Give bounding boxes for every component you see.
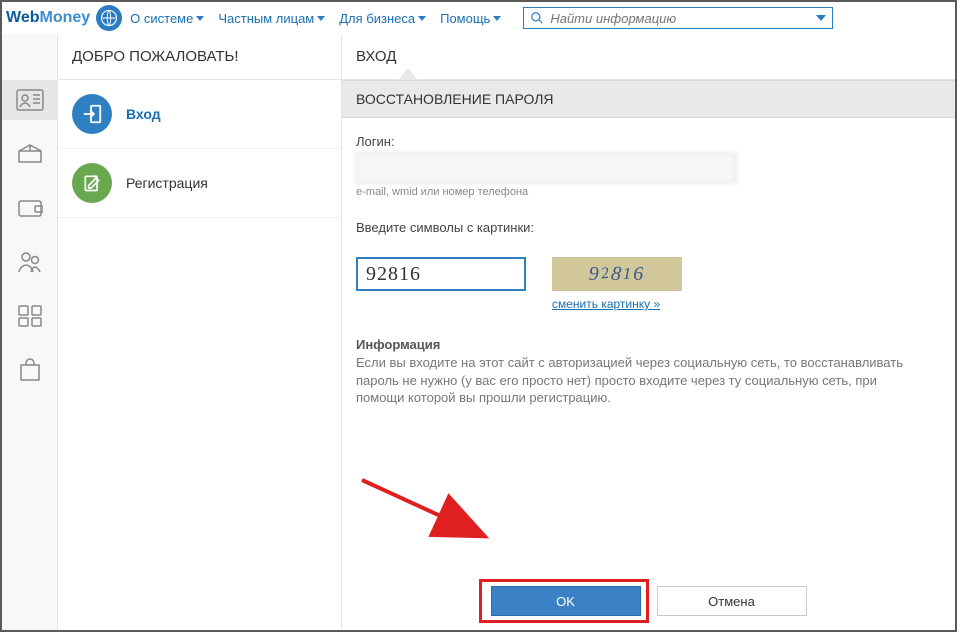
- logo-text: WebMoney: [6, 9, 90, 27]
- info-title: Информация: [356, 337, 926, 352]
- button-bar: OK Отмена: [342, 586, 955, 616]
- nav-links: О системе Частным лицам Для бизнеса Помо…: [130, 11, 501, 26]
- search-box[interactable]: [523, 7, 833, 29]
- search-icon: [530, 11, 544, 25]
- sidebar-item-login[interactable]: Вход: [58, 80, 341, 149]
- sidebar-icon-wallet[interactable]: [2, 188, 58, 228]
- icon-sidebar: [2, 34, 58, 630]
- annotation-arrow: [352, 470, 832, 590]
- chevron-down-icon: [196, 16, 204, 21]
- tab-pointer: [398, 68, 418, 80]
- login-label: Логин:: [356, 134, 941, 149]
- login-icon: [72, 94, 112, 134]
- sidebar-icon-apps[interactable]: [2, 296, 58, 336]
- captcha-image: 92816: [552, 257, 682, 291]
- login-hint: e-mail, wmid или номер телефона: [356, 186, 941, 198]
- chevron-down-icon: [317, 16, 325, 21]
- login-input[interactable]: [356, 153, 736, 183]
- search-input[interactable]: [544, 11, 816, 26]
- captcha-label: Введите символы с картинки:: [356, 220, 941, 235]
- nav-personal[interactable]: Частным лицам: [218, 11, 325, 26]
- nav-business[interactable]: Для бизнеса: [339, 11, 426, 26]
- globe-icon: [96, 5, 122, 31]
- register-icon: [72, 163, 112, 203]
- form-area: Логин: e-mail, wmid или номер телефона В…: [342, 118, 955, 630]
- main-column: ВХОД ВОССТАНОВЛЕНИЕ ПАРОЛЯ Логин: e-mail…: [341, 34, 955, 630]
- ok-button[interactable]: OK: [491, 586, 641, 616]
- logo[interactable]: WebMoney: [6, 5, 122, 31]
- chevron-down-icon: [493, 16, 501, 21]
- chevron-down-icon: [418, 16, 426, 21]
- sidebar-item-label: Вход: [126, 106, 161, 122]
- sidebar-icon-profile[interactable]: [2, 80, 58, 120]
- change-captcha-link[interactable]: сменить картинку »: [552, 297, 682, 311]
- sidebar-icon-bag[interactable]: [2, 350, 58, 390]
- nav-about[interactable]: О системе: [130, 11, 204, 26]
- welcome-title: ДОБРО ПОЖАЛОВАТЬ!: [58, 34, 341, 80]
- chevron-down-icon[interactable]: [816, 15, 826, 21]
- top-nav: WebMoney О системе Частным лицам Для биз…: [2, 2, 955, 34]
- panel-title: ВОССТАНОВЛЕНИЕ ПАРОЛЯ: [342, 80, 955, 118]
- sidebar-item-label: Регистрация: [126, 175, 208, 191]
- captcha-input[interactable]: [356, 257, 526, 291]
- info-text: Если вы входите на этот сайт с авторизац…: [356, 354, 926, 407]
- sidebar-icon-box[interactable]: [2, 134, 58, 174]
- nav-help[interactable]: Помощь: [440, 11, 501, 26]
- sidebar-icon-users[interactable]: [2, 242, 58, 282]
- left-column: ДОБРО ПОЖАЛОВАТЬ! Вход Регистрация: [58, 34, 341, 630]
- cancel-button[interactable]: Отмена: [657, 586, 807, 616]
- main-title: ВХОД: [342, 34, 955, 80]
- sidebar-item-register[interactable]: Регистрация: [58, 149, 341, 218]
